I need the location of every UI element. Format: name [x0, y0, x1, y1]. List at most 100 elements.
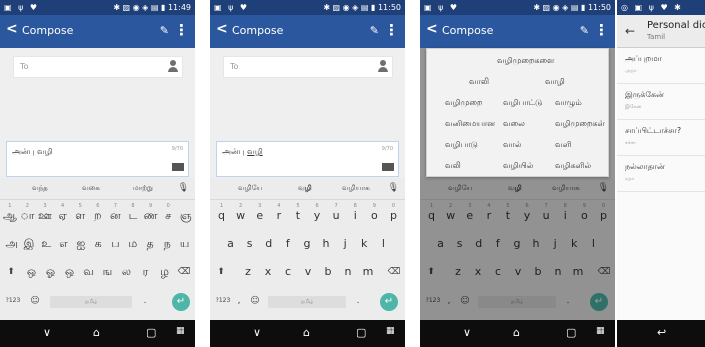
comma-key[interactable]: ,	[234, 289, 244, 315]
mic-icon[interactable]: 🎙	[178, 183, 189, 193]
suggestion-2[interactable]: வழி	[298, 184, 312, 193]
key-3[interactable]: ஒ	[60, 260, 79, 286]
popup-suggestion[interactable]: வாழி	[545, 77, 565, 87]
key-10[interactable]: 0ச	[159, 203, 177, 230]
popup-suggestion[interactable]: வழிமுறை	[445, 98, 482, 108]
back-arrow-icon[interactable]: <	[6, 21, 18, 37]
key-10[interactable]: ந	[159, 232, 176, 258]
popup-suggestion[interactable]: வழிமுறைகளை	[497, 56, 554, 66]
key-8[interactable]: ம	[124, 232, 141, 258]
key-4[interactable]: வ	[79, 260, 98, 286]
nav-home-icon[interactable]: ⌂	[93, 326, 100, 339]
to-field[interactable]: To	[13, 56, 183, 78]
paperclip-icon[interactable]: ✎	[370, 24, 379, 37]
key-5[interactable]: b	[318, 260, 338, 286]
key-5[interactable]: 5ள	[71, 203, 89, 230]
suggestion-3[interactable]: மாற்று	[133, 184, 153, 193]
key-6[interactable]: 6ற	[89, 203, 107, 230]
to-field[interactable]: To	[223, 56, 393, 78]
mic-icon[interactable]: 🎙	[388, 183, 399, 193]
key-4[interactable]: 4ஏ	[54, 203, 72, 230]
keyboard-icon[interactable]: ▦	[176, 326, 185, 336]
key-7[interactable]: ப	[107, 232, 124, 258]
key-8[interactable]: 8i	[346, 203, 365, 230]
popup-suggestion[interactable]: வாலி	[469, 77, 489, 87]
popup-suggestion[interactable]: வழிபாட்டு	[503, 98, 542, 108]
key-2[interactable]: 2w	[231, 203, 250, 230]
key-4[interactable]: v	[298, 260, 318, 286]
popup-suggestion[interactable]: வால்	[503, 140, 521, 150]
popup-suggestion[interactable]: வளி	[555, 140, 572, 150]
message-field[interactable]: அன்பு வழி 9/70	[216, 141, 399, 177]
list-item[interactable]: இருக்கேன் இகேன	[617, 84, 705, 120]
back-arrow-icon[interactable]: <	[426, 21, 438, 37]
more-vert-icon[interactable]: ⋮	[174, 21, 189, 39]
enter-icon[interactable]: ↵	[380, 293, 398, 311]
send-icon[interactable]	[382, 163, 394, 171]
key-1[interactable]: 1ஆ	[1, 203, 19, 230]
key-7[interactable]: 7u	[327, 203, 346, 230]
paperclip-icon[interactable]: ✎	[160, 24, 169, 37]
suggestion-1[interactable]: வழியே	[238, 184, 263, 193]
key-6[interactable]: n	[338, 260, 358, 286]
send-icon[interactable]	[172, 163, 184, 171]
key-2[interactable]: இ	[20, 232, 37, 258]
key-7[interactable]: m	[358, 260, 378, 286]
key-3[interactable]: c	[278, 260, 298, 286]
popup-suggestion[interactable]: வழிகளில்	[555, 161, 591, 171]
nav-back-icon[interactable]: ↩	[657, 326, 666, 339]
key-6[interactable]: க	[90, 232, 107, 258]
keyboard-icon[interactable]: ▦	[596, 326, 605, 336]
key-11[interactable]: ய	[176, 232, 193, 258]
popup-suggestion[interactable]: வலை	[503, 119, 525, 129]
suggestion-1[interactable]: வந்த	[32, 184, 48, 193]
key-9[interactable]: த	[141, 232, 158, 258]
list-item[interactable]: அப்புறமா அறா	[617, 48, 705, 84]
key-2[interactable]: x	[258, 260, 278, 286]
list-item[interactable]: சாப்பிட்டாச்சா? சச்சா	[617, 120, 705, 156]
period-key[interactable]: .	[136, 289, 154, 315]
key-1[interactable]: ஒ	[22, 260, 41, 286]
key-2[interactable]: 2ா	[19, 203, 37, 230]
key-9[interactable]: 9o	[365, 203, 384, 230]
backspace-icon[interactable]: ⌫	[175, 260, 193, 286]
back-arrow-icon[interactable]: <	[216, 21, 228, 37]
key-11[interactable]: ஞ	[177, 204, 195, 230]
key-4[interactable]: 4r	[269, 203, 288, 230]
key-8[interactable]: 8ட	[124, 203, 142, 230]
key-9[interactable]: 9ண	[142, 203, 160, 230]
message-field[interactable]: அன்பு வழி 9/70	[6, 141, 189, 177]
popup-suggestion[interactable]: வனிமையான	[445, 119, 495, 129]
space-key[interactable]: தமிழ்	[50, 296, 132, 308]
symbols-key[interactable]: ?123	[2, 289, 24, 315]
backspace-icon[interactable]: ⌫	[385, 260, 403, 286]
key-7[interactable]: 7ன	[107, 203, 125, 230]
key-3[interactable]: 3e	[250, 203, 269, 230]
key-5[interactable]: ங	[98, 260, 117, 286]
key-3[interactable]: உ	[38, 232, 55, 258]
nav-recent-icon[interactable]: ▢	[566, 326, 576, 339]
keyboard-icon[interactable]: ▦	[386, 326, 395, 336]
key-10[interactable]: 0p	[384, 203, 403, 230]
key-4[interactable]: f	[278, 232, 297, 258]
emoji-icon[interactable]: ☺	[26, 289, 44, 315]
enter-icon[interactable]: ↵	[172, 293, 190, 311]
more-vert-icon[interactable]: ⋮	[594, 21, 609, 39]
key-3[interactable]: d	[259, 232, 278, 258]
key-5[interactable]: g	[297, 232, 316, 258]
key-6[interactable]: 6y	[308, 203, 327, 230]
person-icon[interactable]	[168, 60, 178, 74]
popup-suggestion[interactable]: வழிமுறைகள்	[555, 119, 605, 129]
key-9[interactable]: l	[374, 232, 393, 258]
key-4[interactable]: எ	[55, 232, 72, 258]
key-1[interactable]: z	[238, 260, 258, 286]
space-key[interactable]: தமிழ்	[268, 296, 346, 308]
emoji-icon[interactable]: ☺	[246, 289, 264, 315]
key-8[interactable]: k	[355, 232, 374, 258]
key-7[interactable]: ர	[136, 260, 155, 286]
key-1[interactable]: அ	[3, 232, 20, 258]
popup-suggestion[interactable]: வாழும்	[555, 98, 582, 108]
nav-back-icon[interactable]: ∨	[253, 326, 261, 339]
key-6[interactable]: ல	[117, 260, 136, 286]
key-8[interactable]: ழ	[155, 260, 174, 286]
